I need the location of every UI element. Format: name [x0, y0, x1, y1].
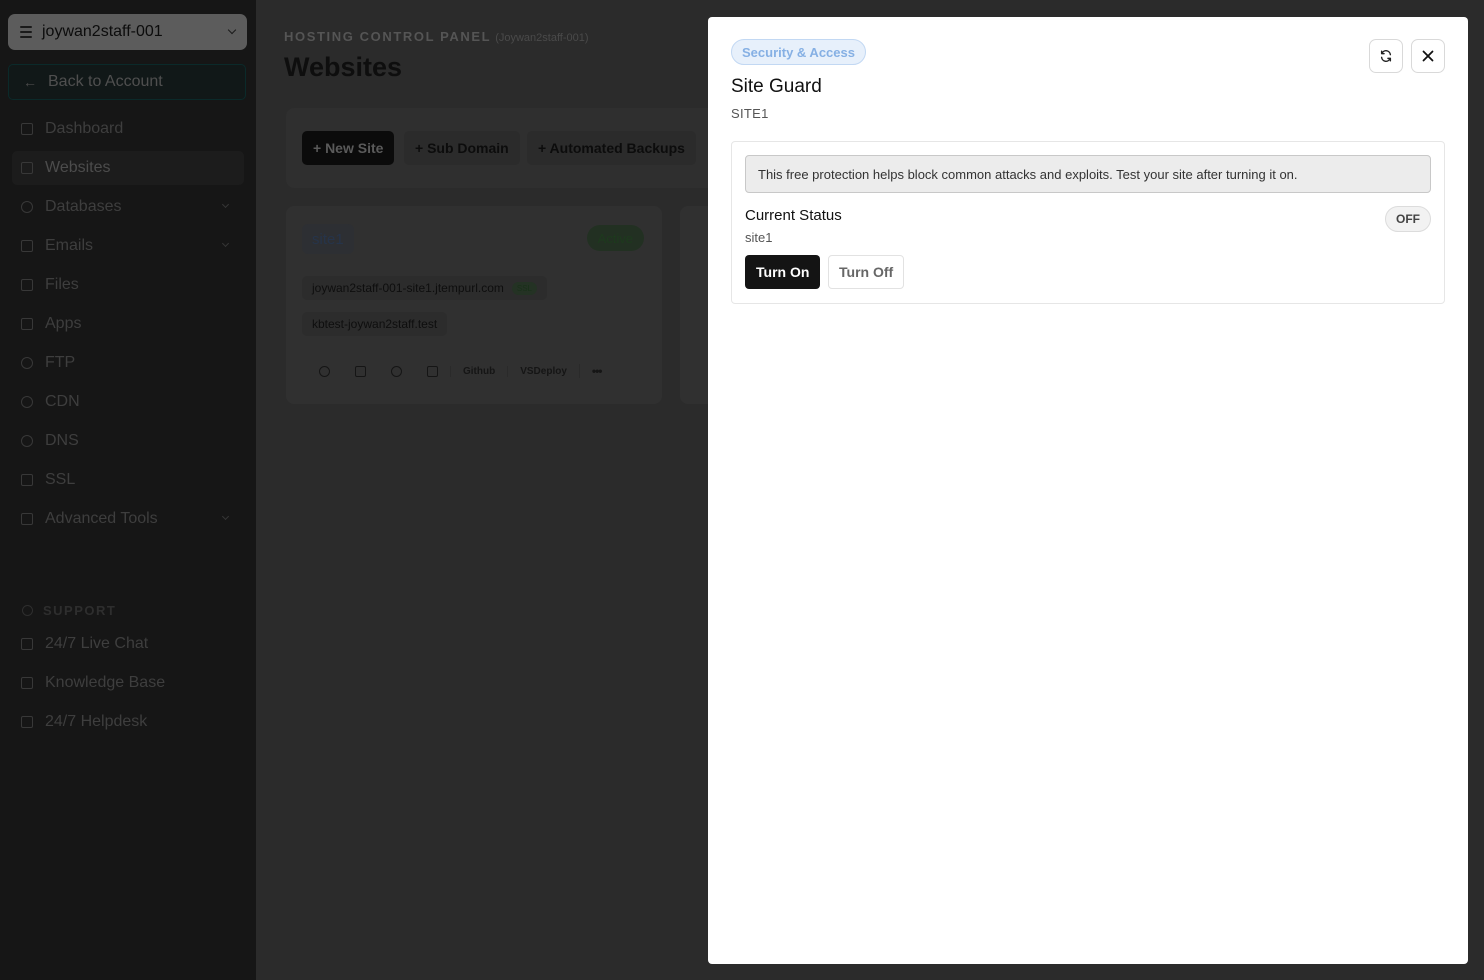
site-card: site1 Active joywan2staff-001-site1.jtem…: [286, 206, 662, 404]
card-actions: Github VSDeploy •••: [306, 362, 614, 380]
sidebar-item-label: Files: [45, 276, 79, 293]
grid-icon: [21, 123, 33, 135]
sidebar-item-label: CDN: [45, 393, 80, 410]
new-site-button[interactable]: + New Site: [302, 131, 395, 165]
back-label: Back to Account: [48, 73, 163, 90]
sidebar-item-knowledge-base[interactable]: Knowledge Base: [12, 666, 244, 700]
status-badge: OFF: [1385, 206, 1431, 232]
folder-icon: [21, 279, 33, 291]
chevron-down-icon: [221, 512, 230, 521]
breadcrumb-text: HOSTING CONTROL PANEL: [284, 29, 492, 44]
sidebar-item-label: Apps: [45, 315, 82, 332]
turn-off-button[interactable]: Turn Off: [828, 255, 905, 289]
page-title: Websites: [284, 52, 403, 82]
server-icon: [20, 26, 32, 38]
cdn-icon: [21, 396, 33, 408]
support-section-heading: SUPPORT: [22, 603, 116, 618]
info-notice: This free protection helps block common …: [745, 155, 1431, 193]
globe-icon: [21, 435, 33, 447]
sidebar-item-websites[interactable]: Websites: [12, 151, 244, 185]
account-switcher[interactable]: joywan2staff-001: [8, 14, 247, 50]
sidebar-item-label: Knowledge Base: [45, 674, 166, 691]
breadcrumb-account: (Joywan2staff-001): [495, 32, 589, 44]
network-icon[interactable]: [378, 362, 414, 380]
mail-icon: [21, 240, 33, 252]
chevron-down-icon: [221, 239, 230, 248]
sidebar-item-label: 24/7 Live Chat: [45, 635, 149, 652]
ssl-badge: SSL: [511, 281, 537, 295]
more-icon[interactable]: •••: [578, 364, 614, 378]
sidebar-item-label: FTP: [45, 354, 76, 371]
sidebar-item-helpdesk[interactable]: 24/7 Helpdesk: [12, 705, 244, 739]
lock-icon: [21, 474, 33, 486]
book-icon: [21, 677, 33, 689]
vsdeploy-button[interactable]: VSDeploy: [507, 365, 579, 377]
support-label: SUPPORT: [43, 603, 117, 618]
browser-icon: [21, 162, 33, 174]
sidebar-item-label: Advanced Tools: [45, 510, 158, 527]
sidebar-item-label: Emails: [45, 237, 94, 254]
automated-backups-button[interactable]: + Automated Backups: [527, 131, 696, 165]
sidebar-item-label: 24/7 Helpdesk: [45, 713, 148, 730]
globe-icon[interactable]: [306, 362, 342, 380]
apps-icon: [21, 318, 33, 330]
sidebar-item-label: Databases: [45, 198, 122, 215]
toolbar: + New Site + Sub Domain + Automated Back…: [286, 108, 746, 188]
arrow-left-icon: ←: [23, 74, 37, 90]
status-site-name: site1: [745, 230, 773, 245]
breadcrumb: HOSTING CONTROL PANEL (Joywan2staff-001): [284, 29, 589, 44]
sidebar-item-emails[interactable]: Emails: [12, 229, 244, 263]
site-name-link[interactable]: site1: [302, 224, 354, 254]
sliders-icon: [21, 513, 33, 525]
folder-icon[interactable]: [414, 362, 450, 380]
sidebar-item-dns[interactable]: DNS: [12, 424, 244, 458]
sidebar-item-apps[interactable]: Apps: [12, 307, 244, 341]
modal-title: Site Guard: [731, 76, 822, 97]
chevron-down-icon: [221, 200, 230, 209]
sidebar-item-label: Dashboard: [45, 120, 124, 137]
domain-text: joywan2staff-001-site1.jtempurl.com: [312, 281, 504, 295]
close-button[interactable]: [1411, 39, 1445, 73]
chat-icon: [21, 638, 33, 650]
ticket-icon: [21, 716, 33, 728]
refresh-icon: [1380, 50, 1392, 62]
sidebar-item-ssl[interactable]: SSL: [12, 463, 244, 497]
sidebar-item-label: DNS: [45, 432, 79, 449]
sidebar-item-databases[interactable]: Databases: [12, 190, 244, 224]
status-badge: Active: [586, 225, 644, 251]
sidebar-item-live-chat[interactable]: 24/7 Live Chat: [12, 627, 244, 661]
refresh-button[interactable]: [1369, 39, 1403, 73]
sub-domain-button[interactable]: + Sub Domain: [404, 131, 520, 165]
sidebar-item-cdn[interactable]: CDN: [12, 385, 244, 419]
domain-pill[interactable]: kbtest-joywan2staff.test: [302, 312, 448, 336]
turn-on-button[interactable]: Turn On: [745, 255, 821, 289]
sidebar-item-dashboard[interactable]: Dashboard: [12, 112, 244, 146]
domain-text: kbtest-joywan2staff.test: [312, 317, 438, 331]
domain-pill[interactable]: joywan2staff-001-site1.jtempurl.com SSL: [302, 276, 547, 300]
sidebar-item-advanced-tools[interactable]: Advanced Tools: [12, 502, 244, 536]
database-icon: [21, 201, 33, 213]
site-guard-panel: This free protection helps block common …: [731, 141, 1445, 304]
current-status-label: Current Status: [745, 207, 842, 224]
sidebar-item-ftp[interactable]: FTP: [12, 346, 244, 380]
modal-subtitle: SITE1: [731, 106, 769, 121]
back-to-account-link[interactable]: ← Back to Account: [8, 64, 246, 100]
sidebar-item-files[interactable]: Files: [12, 268, 244, 302]
shield-icon[interactable]: [342, 362, 378, 380]
github-button[interactable]: Github: [450, 365, 507, 377]
site-guard-modal: Security & Access Site Guard SITE1 This …: [708, 17, 1468, 964]
account-name: joywan2staff-001: [42, 23, 163, 40]
support-icon: [22, 605, 33, 616]
ftp-icon: [21, 357, 33, 369]
sidebar: joywan2staff-001 ← Back to Account Dashb…: [0, 0, 256, 980]
chevron-down-icon: [227, 25, 237, 35]
category-badge: Security & Access: [731, 39, 866, 65]
close-icon: [1422, 50, 1434, 62]
sidebar-item-label: SSL: [45, 471, 76, 488]
sidebar-item-label: Websites: [45, 159, 111, 176]
